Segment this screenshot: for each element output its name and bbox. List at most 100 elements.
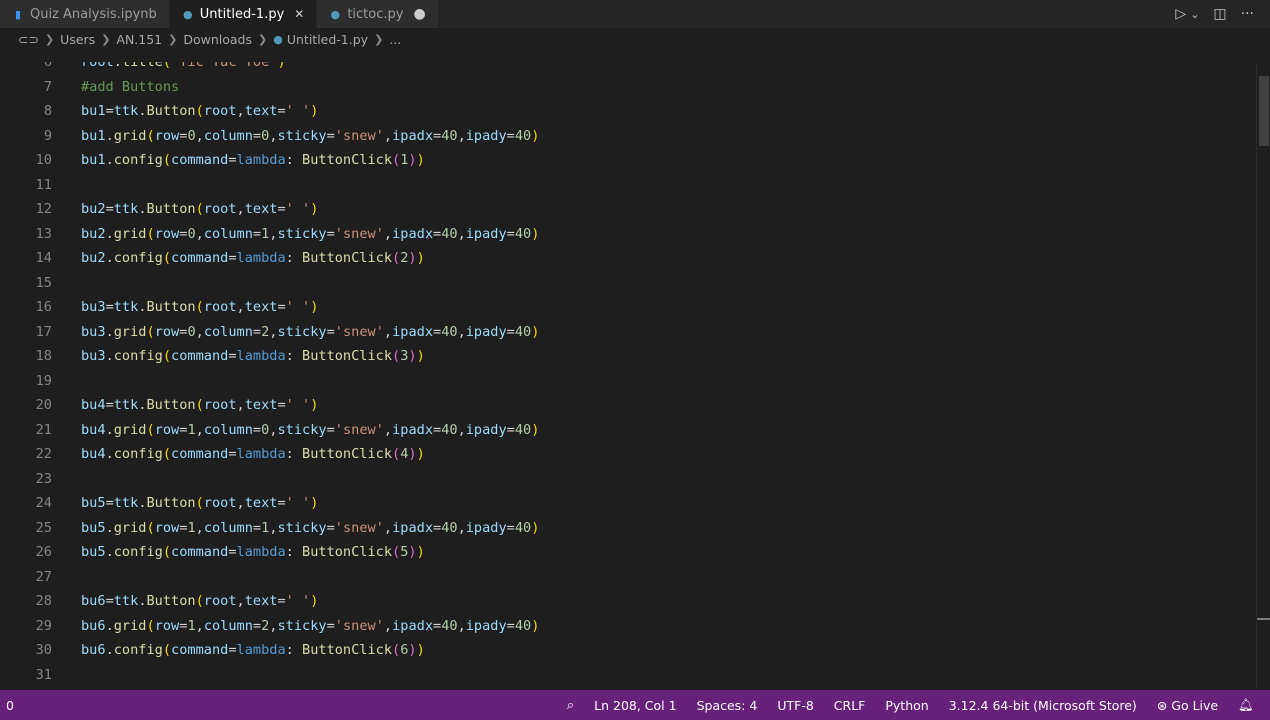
line-number[interactable]: 12 — [0, 201, 52, 217]
code-text: bu6.grid(row=1,column=2,sticky='snew',ip… — [81, 617, 540, 634]
code-line[interactable]: 27 — [0, 565, 1256, 589]
chevron-right-icon: ❯ — [44, 32, 55, 46]
code-line[interactable]: 11 — [0, 173, 1256, 197]
chevron-down-icon[interactable]: ⌄ — [1190, 8, 1199, 21]
scrollbar-cursor-marker — [1257, 618, 1270, 620]
line-number[interactable]: 30 — [0, 642, 52, 658]
breadcrumb: ⊂⊃ ❯ Users ❯ AN.151 ❯ Downloads ❯ ● Unti… — [0, 28, 1270, 50]
line-number[interactable]: 16 — [0, 299, 52, 315]
code-line[interactable]: 22 bu4.config(command=lambda: ButtonClick… — [0, 442, 1256, 466]
code-line[interactable]: 9 bu1.grid(row=0,column=0,sticky='snew',i… — [0, 124, 1256, 148]
code-line[interactable]: 7 #add Buttons — [0, 75, 1256, 99]
code-line[interactable]: 17 bu3.grid(row=0,column=2,sticky='snew',… — [0, 320, 1256, 344]
line-number[interactable]: 28 — [0, 593, 52, 609]
code-line[interactable]: 25 bu5.grid(row=1,column=1,sticky='snew',… — [0, 516, 1256, 540]
indentation[interactable]: Spaces: 4 — [697, 698, 758, 713]
line-number[interactable]: 17 — [0, 324, 52, 340]
encoding[interactable]: UTF-8 — [777, 698, 813, 713]
line-number[interactable]: 29 — [0, 618, 52, 634]
go-live-label: Go Live — [1171, 697, 1219, 713]
line-number[interactable]: 26 — [0, 544, 52, 560]
unsaved-dot-icon[interactable]: ● — [413, 6, 425, 22]
line-number[interactable]: 8 — [0, 103, 52, 119]
vertical-scrollbar[interactable] — [1256, 62, 1270, 690]
code-text: bu1=ttk.Button(root,text=' ') — [81, 103, 319, 119]
run-icon[interactable]: ▷ — [1175, 6, 1186, 22]
close-icon[interactable]: ✕ — [294, 7, 304, 21]
code-line[interactable]: 31 — [0, 663, 1256, 687]
code-line[interactable]: 21 bu4.grid(row=1,column=0,sticky='snew',… — [0, 418, 1256, 442]
zoom-icon[interactable]: ⌕ — [567, 698, 574, 713]
code-editor[interactable]: 6 root.title("Tic Tac Toe") 7 #add Buttons 8… — [0, 62, 1256, 690]
breadcrumb-item-user[interactable]: AN.151 — [116, 32, 162, 47]
line-number[interactable]: 6 — [0, 62, 52, 70]
drive-icon[interactable]: ⊂⊃ — [18, 32, 39, 47]
language-mode[interactable]: Python — [885, 698, 928, 713]
code-text: root.title("Tic Tac Toe") — [81, 62, 286, 70]
bell-icon[interactable]: 🔔︎ — [1238, 697, 1254, 713]
line-number[interactable]: 23 — [0, 471, 52, 487]
code-line[interactable]: 18 bu3.config(command=lambda: ButtonClick… — [0, 344, 1256, 368]
code-text: bu2.config(command=lambda: ButtonClick(2… — [81, 250, 425, 266]
code-line[interactable]: 8 bu1=ttk.Button(root,text=' ') — [0, 99, 1256, 123]
line-number[interactable]: 31 — [0, 667, 52, 683]
scrollbar-thumb[interactable] — [1259, 76, 1269, 146]
chevron-right-icon: ❯ — [374, 32, 384, 46]
line-number[interactable]: 19 — [0, 373, 52, 389]
cursor-position[interactable]: Ln 208, Col 1 — [594, 698, 676, 713]
code-line[interactable]: 16 bu3=ttk.Button(root,text=' ') — [0, 295, 1256, 319]
code-line[interactable]: 29 bu6.grid(row=1,column=2,sticky='snew',… — [0, 614, 1256, 638]
code-line[interactable]: 20 bu4=ttk.Button(root,text=' ') — [0, 393, 1256, 417]
line-number[interactable]: 14 — [0, 250, 52, 266]
tab-quiz-analysis[interactable]: ▮ Quiz Analysis.ipynb — [0, 0, 170, 28]
code-line[interactable]: 24 bu5=ttk.Button(root,text=' ') — [0, 491, 1256, 515]
tab-label: Untitled-1.py — [199, 6, 285, 22]
code-text: bu2=ttk.Button(root,text=' ') — [81, 201, 319, 217]
code-text: bu5.grid(row=1,column=1,sticky='snew',ip… — [81, 519, 540, 536]
breadcrumb-item-downloads[interactable]: Downloads — [183, 32, 252, 47]
code-line[interactable]: 28 bu6=ttk.Button(root,text=' ') — [0, 589, 1256, 613]
split-editor-icon[interactable]: ◫ — [1213, 6, 1226, 22]
code-line[interactable]: 15 — [0, 271, 1256, 295]
line-number[interactable]: 25 — [0, 520, 52, 536]
code-line[interactable]: 13 bu2.grid(row=0,column=1,sticky='snew',… — [0, 222, 1256, 246]
line-number[interactable]: 22 — [0, 446, 52, 462]
chevron-right-icon: ❯ — [101, 32, 111, 46]
python-interpreter[interactable]: 3.12.4 64-bit (Microsoft Store) — [949, 698, 1137, 713]
line-number[interactable]: 24 — [0, 495, 52, 511]
python-file-icon: ● — [182, 7, 193, 21]
code-text: bu4.config(command=lambda: ButtonClick(4… — [81, 446, 425, 462]
line-number[interactable]: 9 — [0, 128, 52, 144]
line-number[interactable]: 18 — [0, 348, 52, 364]
code-line[interactable]: 26 bu5.config(command=lambda: ButtonClick… — [0, 540, 1256, 564]
breadcrumb-item-users[interactable]: Users — [60, 32, 95, 47]
line-number[interactable]: 10 — [0, 152, 52, 168]
code-line[interactable]: 23 — [0, 467, 1256, 491]
tab-tictoc[interactable]: ● tictoc.py ● — [317, 0, 439, 28]
line-number[interactable]: 13 — [0, 226, 52, 242]
problems-count[interactable]: 0 — [0, 698, 14, 713]
code-line[interactable]: 12 bu2=ttk.Button(root,text=' ') — [0, 197, 1256, 221]
more-actions-icon[interactable]: ··· — [1241, 6, 1254, 22]
code-line[interactable]: 10 bu1.config(command=lambda: ButtonClick… — [0, 148, 1256, 172]
python-file-icon: ● — [273, 32, 283, 46]
end-of-line[interactable]: CRLF — [834, 698, 866, 713]
line-number[interactable]: 20 — [0, 397, 52, 413]
code-text: bu6=ttk.Button(root,text=' ') — [81, 593, 319, 609]
code-line[interactable]: 30 bu6.config(command=lambda: ButtonClick… — [0, 638, 1256, 662]
breadcrumb-item-symbols[interactable]: ... — [389, 32, 401, 47]
line-number[interactable]: 27 — [0, 569, 52, 585]
code-line[interactable]: 6 root.title("Tic Tac Toe") — [0, 62, 1256, 74]
code-line[interactable]: 14 bu2.config(command=lambda: ButtonClick… — [0, 246, 1256, 270]
chevron-right-icon: ❯ — [258, 32, 268, 46]
breadcrumb-item-file[interactable]: Untitled-1.py — [287, 32, 368, 47]
line-number[interactable]: 15 — [0, 275, 52, 291]
line-number[interactable]: 11 — [0, 177, 52, 193]
line-number[interactable]: 7 — [0, 79, 52, 95]
line-number[interactable]: 21 — [0, 422, 52, 438]
code-line[interactable]: 19 — [0, 369, 1256, 393]
code-text: bu6.config(command=lambda: ButtonClick(6… — [81, 642, 425, 658]
tab-untitled-1[interactable]: ● Untitled-1.py ✕ — [169, 0, 318, 28]
code-text: bu4=ttk.Button(root,text=' ') — [81, 397, 319, 413]
go-live-button[interactable]: ⊛ Go Live — [1157, 698, 1218, 713]
